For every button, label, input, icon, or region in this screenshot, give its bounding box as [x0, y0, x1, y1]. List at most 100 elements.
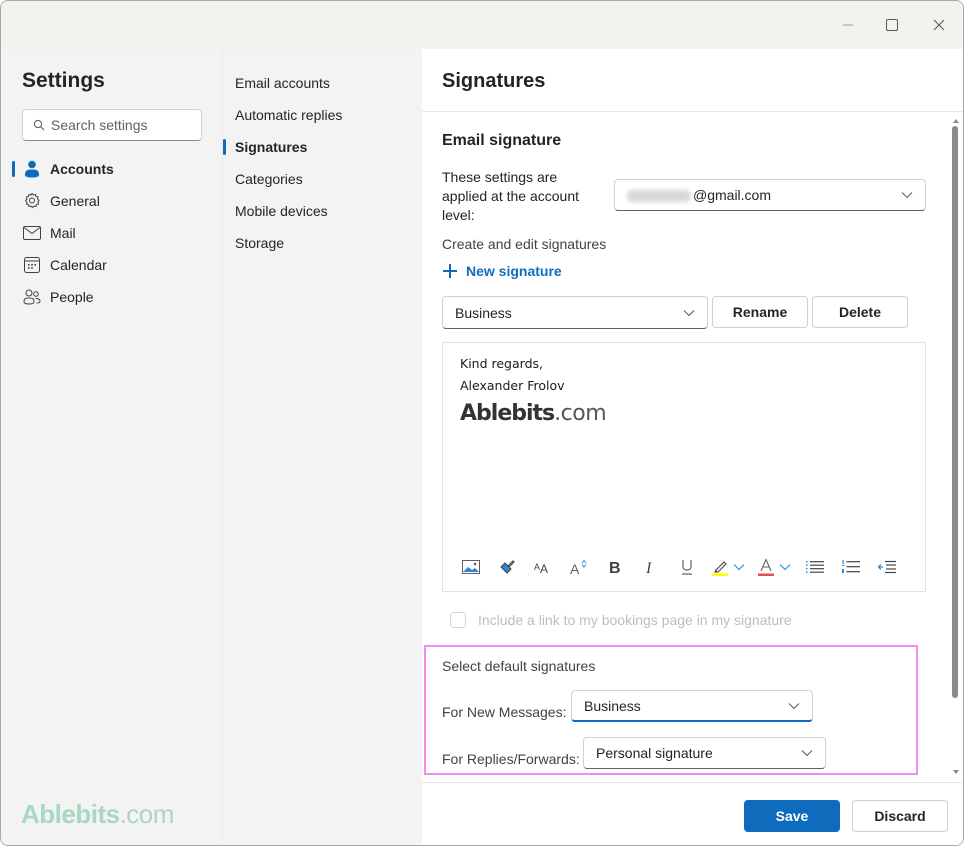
italic-icon: I	[645, 560, 652, 575]
replies-forwards-dropdown[interactable]: Personal signature	[583, 737, 826, 769]
subnav-item-storage[interactable]: Storage	[223, 227, 423, 259]
bullets-button[interactable]	[797, 553, 833, 581]
logo-brand: Ablebits	[460, 401, 555, 426]
insert-image-icon	[462, 560, 480, 574]
new-signature-button[interactable]: New signature	[442, 263, 562, 279]
close-button[interactable]	[927, 13, 951, 37]
mail-icon	[23, 224, 41, 242]
watermark-suffix: .com	[119, 799, 175, 829]
subnav-item-automatic-replies[interactable]: Automatic replies	[223, 99, 423, 131]
panel-header: Signatures	[422, 49, 963, 112]
sidebar-item-mail[interactable]: Mail	[1, 217, 222, 249]
format-painter-icon	[500, 560, 515, 574]
accounts-subnav: Email accounts Automatic replies Signatu…	[222, 49, 423, 845]
highlight-icon	[712, 561, 728, 576]
highlight-button[interactable]	[705, 553, 751, 581]
numbering-button[interactable]	[833, 553, 869, 581]
gear-icon	[23, 192, 41, 210]
scroll-up-arrow-icon[interactable]	[953, 119, 959, 123]
signature-line: Alexander Frolov	[460, 378, 565, 393]
italic-button[interactable]: I	[633, 553, 669, 581]
chevron-down-icon	[733, 564, 745, 571]
settings-nav: Accounts General Mail Calendar People	[1, 153, 222, 313]
default-signatures-title: Select default signatures	[442, 658, 596, 674]
scrollbar-thumb[interactable]	[952, 126, 958, 698]
font-size-button[interactable]: AA	[525, 553, 561, 581]
search-icon	[33, 119, 45, 131]
bold-button[interactable]: B	[597, 553, 633, 581]
subnav-item-email-accounts[interactable]: Email accounts	[223, 67, 423, 99]
formatting-toolbar: AA A B I	[453, 553, 905, 581]
calendar-icon	[23, 256, 41, 274]
format-painter-button[interactable]	[489, 553, 525, 581]
grow-font-icon: A	[570, 559, 587, 575]
title-bar	[1, 1, 963, 49]
sidebar-item-general[interactable]: General	[1, 185, 222, 217]
signature-logo: Ablebits.com	[460, 401, 607, 427]
underline-icon	[682, 560, 692, 575]
grow-font-button[interactable]: A	[561, 553, 597, 581]
signature-editor[interactable]: Kind regards, Alexander Frolov Ablebits.…	[442, 342, 926, 592]
svg-text:A: A	[570, 561, 580, 575]
font-color-button[interactable]	[751, 553, 797, 581]
underline-button[interactable]	[669, 553, 705, 581]
svg-text:I: I	[645, 560, 652, 575]
account-dropdown[interactable]: @gmail.com	[614, 179, 926, 211]
chevron-down-icon	[788, 702, 800, 709]
subnav-item-categories[interactable]: Categories	[223, 163, 423, 195]
save-button[interactable]: Save	[744, 800, 840, 832]
signature-content[interactable]: Kind regards, Alexander Frolov Ablebits.…	[460, 353, 607, 427]
account-level-label: These settings are applied at the accoun…	[442, 169, 579, 223]
decrease-indent-button[interactable]	[869, 553, 905, 581]
delete-button[interactable]: Delete	[812, 296, 908, 328]
plus-icon	[442, 263, 458, 279]
ablebits-watermark: Ablebits.com	[21, 799, 174, 830]
svg-text:A: A	[540, 562, 548, 574]
sidebar-item-label: Mail	[50, 225, 76, 241]
people-icon	[23, 288, 41, 306]
numbering-icon	[842, 560, 860, 573]
bookings-label: Include a link to my bookings page in my…	[478, 612, 792, 628]
rename-button[interactable]: Rename	[712, 296, 808, 328]
subnav-item-signatures[interactable]: Signatures	[223, 131, 423, 163]
chevron-down-icon	[683, 309, 695, 316]
bookings-checkbox[interactable]	[450, 612, 466, 628]
sidebar-item-people[interactable]: People	[1, 281, 222, 313]
subnav-item-mobile-devices[interactable]: Mobile devices	[223, 195, 423, 227]
search-settings-box[interactable]	[22, 109, 202, 141]
settings-sidebar: Settings Accounts General	[1, 49, 222, 845]
chevron-down-icon	[901, 192, 913, 199]
scroll-down-arrow-icon[interactable]	[953, 770, 959, 774]
sidebar-item-accounts[interactable]: Accounts	[1, 153, 222, 185]
sidebar-item-label: General	[50, 193, 100, 209]
sidebar-item-label: Calendar	[50, 257, 107, 273]
new-signature-label: New signature	[466, 263, 562, 279]
create-edit-label: Create and edit signatures	[442, 236, 607, 252]
new-messages-dropdown[interactable]: Business	[571, 690, 813, 722]
new-messages-value: Business	[584, 697, 641, 714]
vertical-scrollbar[interactable]	[948, 112, 963, 782]
selected-signature: Business	[455, 304, 512, 321]
settings-window: Settings Accounts General	[0, 0, 964, 846]
maximize-button[interactable]	[880, 13, 904, 37]
font-color-icon	[758, 558, 774, 576]
signatures-panel: Signatures Email signature These setting…	[422, 49, 963, 845]
settings-title: Settings	[22, 69, 105, 92]
sidebar-item-label: People	[50, 289, 94, 305]
panel-footer: Save Discard	[422, 782, 963, 845]
sidebar-item-label: Accounts	[50, 161, 114, 177]
font-size-icon: AA	[534, 562, 548, 574]
panel-scroll-area: Email signature These settings are appli…	[422, 112, 963, 782]
sidebar-item-calendar[interactable]: Calendar	[1, 249, 222, 281]
search-settings-input[interactable]	[51, 117, 191, 133]
insert-image-button[interactable]	[453, 553, 489, 581]
replies-forwards-label: For Replies/Forwards:	[442, 751, 580, 767]
discard-button[interactable]: Discard	[852, 800, 948, 832]
signature-select-dropdown[interactable]: Business	[442, 296, 708, 329]
chevron-down-icon	[801, 750, 813, 757]
maximize-icon	[886, 19, 898, 31]
bullets-icon	[806, 561, 824, 573]
replies-forwards-value: Personal signature	[596, 745, 713, 761]
minimize-button[interactable]	[836, 13, 860, 37]
person-icon	[23, 160, 41, 178]
